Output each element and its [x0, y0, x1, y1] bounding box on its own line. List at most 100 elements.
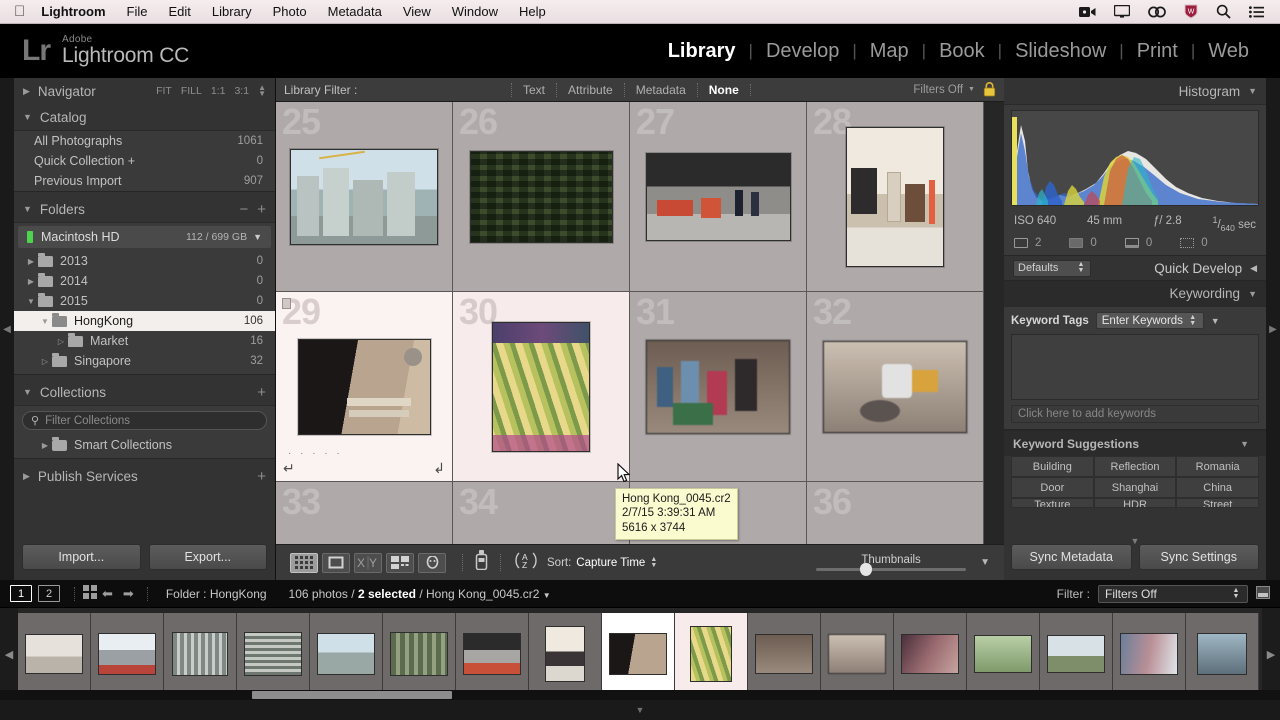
menu-photo[interactable]: Photo: [273, 4, 307, 19]
chevron-down-icon[interactable]: ▼: [253, 232, 262, 242]
main-screen-button[interactable]: 1: [10, 585, 32, 602]
filmstrip-scroll-left[interactable]: ◀: [0, 608, 18, 700]
creative-cloud-icon[interactable]: [1148, 6, 1166, 18]
photo-thumbnail[interactable]: [846, 126, 944, 267]
filter-select[interactable]: Filters Off ▲ ▼: [1098, 584, 1248, 603]
count-original[interactable]: 2: [1014, 237, 1041, 249]
filmstrip-scrollbar[interactable]: [0, 690, 1280, 700]
quick-develop-header[interactable]: Defaults ▲ ▼ Quick Develop ◀: [1004, 256, 1266, 281]
photo-grid[interactable]: 25 26 27 28 29 · · · · · ↵ ↲ 30 31 32 33…: [276, 102, 1004, 544]
folder-row-2014[interactable]: ▶ 2014 0: [14, 271, 275, 291]
add-folder-button[interactable]: +: [257, 201, 266, 218]
grid-cell-36[interactable]: 36: [807, 482, 984, 544]
grid-cell-30[interactable]: 30: [453, 292, 630, 482]
apple-icon[interactable]: : [14, 4, 25, 19]
histogram-header[interactable]: Histogram ▼: [1004, 78, 1266, 104]
filter-tab-text[interactable]: Text: [511, 82, 556, 97]
suggestion-hdr[interactable]: HDR: [1093, 498, 1177, 509]
catalog-item-all-photographs[interactable]: All Photographs 1061: [14, 131, 275, 151]
photo-thumbnail[interactable]: [492, 321, 590, 452]
filmstrip-item[interactable]: [967, 613, 1040, 695]
zoom-3-1[interactable]: 3:1: [234, 85, 249, 97]
module-slideshow[interactable]: Slideshow: [1002, 40, 1119, 63]
display-icon[interactable]: [1114, 5, 1130, 18]
menu-window[interactable]: Window: [452, 4, 498, 19]
security-shield-icon[interactable]: W: [1184, 4, 1198, 19]
suggestion-shanghai[interactable]: Shanghai: [1093, 477, 1177, 499]
add-keywords-input[interactable]: Click here to add keywords: [1011, 405, 1259, 424]
module-map[interactable]: Map: [857, 40, 922, 63]
grid-cell-27[interactable]: 27: [630, 102, 807, 292]
count-virtual-copy[interactable]: 0: [1069, 237, 1097, 249]
catalog-header[interactable]: ▼ Catalog: [14, 104, 275, 130]
compare-view-icon[interactable]: XY: [354, 552, 382, 573]
filmstrip-item[interactable]: [529, 613, 602, 695]
chevron-down-icon[interactable]: ▼: [543, 591, 551, 600]
filmstrip-item[interactable]: [310, 613, 383, 695]
catalog-item-quick-collection[interactable]: Quick Collection + 0: [14, 151, 275, 171]
collection-row-smart-collections[interactable]: ▶ Smart Collections: [14, 435, 275, 455]
grid-cell-25[interactable]: 25: [276, 102, 453, 292]
photo-thumbnail[interactable]: [297, 338, 431, 435]
filmstrip-item[interactable]: [1040, 613, 1113, 695]
photo-thumbnail[interactable]: [290, 148, 438, 245]
photo-thumbnail[interactable]: [469, 150, 613, 243]
chevron-down-icon[interactable]: ▼: [1240, 439, 1249, 449]
suggestion-building[interactable]: Building: [1011, 456, 1094, 478]
zoom-spinner-icon[interactable]: ▲ ▼: [258, 83, 266, 97]
forward-arrow-icon[interactable]: ➡: [123, 586, 134, 602]
filmstrip-toggle-icon[interactable]: [1256, 585, 1270, 602]
module-library[interactable]: Library: [655, 40, 749, 63]
grid-cell-28[interactable]: 28: [807, 102, 984, 292]
toolbar-options-chevron-icon[interactable]: ▼: [980, 557, 990, 568]
chevron-down-icon[interactable]: ▼: [38, 317, 52, 326]
filmstrip-item[interactable]: [237, 613, 310, 695]
catalog-item-previous-import[interactable]: Previous Import 907: [14, 171, 275, 191]
grid-view-icon[interactable]: [290, 552, 318, 573]
folder-row-2015[interactable]: ▼ 2015 0: [14, 291, 275, 311]
flag-marker-icon[interactable]: [282, 298, 291, 309]
chevron-right-icon[interactable]: ▷: [38, 357, 52, 366]
grid-cell-32[interactable]: 32: [807, 292, 984, 482]
filmstrip-item-selected[interactable]: [675, 613, 748, 695]
module-print[interactable]: Print: [1124, 40, 1191, 63]
menu-file[interactable]: File: [127, 4, 148, 19]
suggestion-reflection[interactable]: Reflection: [1093, 456, 1177, 478]
filmstrip-scroll-right[interactable]: ▶: [1262, 608, 1280, 700]
grid-icon[interactable]: [83, 585, 97, 602]
menu-lightroom[interactable]: Lightroom: [41, 4, 105, 19]
back-arrow-icon[interactable]: ⬅: [102, 586, 113, 602]
filmstrip-item[interactable]: [1113, 613, 1186, 695]
lightroom-logo[interactable]: Lr: [22, 36, 51, 66]
filmstrip-item[interactable]: [748, 613, 821, 695]
filmstrip-item[interactable]: [894, 613, 967, 695]
slider-knob[interactable]: [860, 563, 873, 576]
chevron-right-icon[interactable]: ▶: [24, 277, 38, 286]
suggestion-street[interactable]: Street: [1176, 498, 1259, 509]
chevron-right-icon[interactable]: ▶: [24, 257, 38, 266]
rating-dots[interactable]: · · · · ·: [288, 448, 343, 459]
zoom-fill[interactable]: FILL: [181, 85, 202, 97]
sort-spinner-icon[interactable]: ▲ ▼: [650, 556, 657, 569]
chevron-right-icon[interactable]: ▷: [54, 337, 68, 346]
slider-track[interactable]: [816, 563, 967, 576]
sync-settings-button[interactable]: Sync Settings: [1138, 544, 1259, 570]
chevron-down-icon[interactable]: ▼: [1211, 316, 1220, 326]
menu-help[interactable]: Help: [519, 4, 546, 19]
filter-tab-none[interactable]: None: [696, 82, 750, 97]
zoom-fit[interactable]: FIT: [156, 85, 172, 97]
spotlight-search-icon[interactable]: [1216, 4, 1231, 19]
navigator-header[interactable]: ▶ Navigator FIT FILL 1:1 3:1 ▲ ▼: [14, 78, 275, 104]
keyword-mode-select[interactable]: Enter Keywords ▲ ▼: [1095, 312, 1204, 330]
loupe-view-icon[interactable]: [322, 552, 350, 573]
spray-can-icon[interactable]: [475, 550, 488, 575]
filmstrip[interactable]: ◀ ▶: [0, 608, 1280, 700]
sort-value[interactable]: Capture Time: [576, 557, 645, 569]
filmstrip-item[interactable]: [18, 613, 91, 695]
lock-icon[interactable]: [983, 82, 996, 97]
suggestion-china[interactable]: China: [1176, 477, 1259, 499]
preset-select[interactable]: Defaults ▲ ▼: [1013, 259, 1091, 277]
module-web[interactable]: Web: [1195, 40, 1262, 63]
bottom-collapse-bar[interactable]: ▼: [0, 700, 1280, 720]
add-collection-button[interactable]: +: [257, 384, 266, 401]
